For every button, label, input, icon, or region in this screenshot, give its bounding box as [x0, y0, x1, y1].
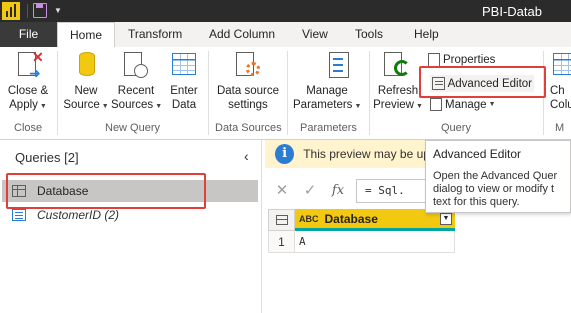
tab-view[interactable]: View — [302, 22, 328, 47]
group-label-new-query: New Query — [105, 122, 161, 134]
group-divider — [543, 51, 544, 135]
group-label-close: Close — [14, 122, 43, 134]
table-icon — [168, 50, 200, 82]
title-bar: ▼ PBI-Datab — [0, 0, 571, 22]
tab-tools[interactable]: Tools — [355, 22, 383, 47]
close-icon[interactable]: ✕ — [268, 178, 296, 204]
ribbon-tabs: File Home Transform Add Column View Tool… — [0, 22, 571, 48]
parameters-icon — [311, 50, 349, 82]
table-icon — [275, 215, 288, 225]
table-menu-button[interactable] — [268, 209, 295, 231]
advanced-editor-icon — [432, 77, 445, 90]
info-text: This preview may be up — [303, 147, 425, 161]
enter-data-button[interactable]: Enter Data — [165, 50, 203, 112]
list-icon — [12, 209, 26, 221]
query-label: Database — [37, 184, 89, 198]
recent-sources-button[interactable]: Recent Sources ▼ — [111, 50, 162, 114]
power-query-editor-window: ▼ PBI-Datab File Home Transform Add Colu… — [0, 0, 571, 313]
tooltip-line: dialog to view or modify t — [433, 183, 555, 195]
columns-icon — [550, 50, 571, 82]
manage-icon — [430, 98, 442, 111]
tab-add-column[interactable]: Add Column — [209, 22, 275, 47]
manage-button[interactable]: Manage ▼ — [430, 98, 496, 111]
row-number: 1 — [268, 231, 295, 253]
advanced-editor-button[interactable]: Advanced Editor — [430, 75, 534, 92]
filter-dropdown-icon[interactable]: ▼ — [440, 212, 452, 225]
table-cell[interactable]: A — [295, 231, 455, 253]
column-header-label: Database — [324, 211, 378, 226]
group-divider — [57, 51, 58, 135]
text-type-icon[interactable]: ABC — [299, 214, 319, 224]
group-divider — [287, 51, 288, 135]
power-bi-logo-icon — [2, 2, 20, 20]
recent-sources-icon — [120, 50, 152, 82]
customize-toolbar-icon[interactable]: ▼ — [54, 7, 62, 15]
tab-file[interactable]: File — [0, 22, 57, 47]
tooltip-line: text for this query. — [433, 196, 520, 208]
queries-title: Queries [2] — [15, 150, 79, 165]
query-label: CustomerID (2) — [37, 208, 120, 222]
advanced-editor-tooltip: Advanced Editor Open the Advanced Quer d… — [425, 140, 571, 213]
query-item-customerid[interactable]: CustomerID (2) — [2, 204, 258, 226]
manage-parameters-button[interactable]: Manage Parameters ▼ — [293, 50, 361, 114]
info-icon: i — [275, 144, 295, 164]
window-title: PBI-Datab — [482, 4, 542, 19]
function-icon[interactable]: fx — [324, 178, 352, 204]
tooltip-line: Open the Advanced Quer — [433, 170, 558, 182]
choose-columns-button[interactable]: Ch Colu — [550, 50, 571, 112]
refresh-icon — [382, 50, 414, 82]
preview-info-bar: i This preview may be up — [265, 140, 425, 168]
formula-bar: ✕ ✓ fx = Sql. — [268, 178, 425, 204]
data-source-settings-button[interactable]: Data source settings — [214, 50, 282, 112]
table-row: 1 A — [268, 231, 458, 253]
query-item-database[interactable]: Database — [2, 180, 258, 202]
chevron-left-icon[interactable]: ‹ — [244, 148, 249, 164]
group-label-manage-columns: M — [555, 122, 565, 134]
toolbar-divider — [27, 4, 28, 18]
formula-input[interactable]: = Sql. — [356, 179, 425, 203]
group-divider — [369, 51, 370, 135]
tab-help[interactable]: Help — [414, 22, 439, 47]
close-apply-icon: ✕ ➜ — [12, 50, 44, 82]
group-label-data-sources: Data Sources — [215, 122, 282, 134]
tab-transform[interactable]: Transform — [128, 22, 182, 47]
tab-home[interactable]: Home — [57, 22, 116, 48]
close-apply-button[interactable]: ✕ ➜ Close & Apply ▼ — [6, 50, 50, 114]
database-icon — [70, 50, 102, 82]
group-divider — [208, 51, 209, 135]
ribbon: ✕ ➜ Close & Apply ▼ Close New Source ▼ Rece… — [0, 47, 571, 140]
save-icon[interactable] — [33, 3, 47, 18]
new-source-button[interactable]: New Source ▼ — [63, 50, 109, 114]
group-label-query: Query — [441, 122, 471, 134]
settings-icon — [232, 50, 264, 82]
group-label-parameters: Parameters — [300, 122, 357, 134]
tooltip-title: Advanced Editor — [433, 147, 522, 161]
queries-pane: Queries [2] ‹ Database CustomerID (2) — [0, 140, 262, 313]
data-grid: ABC Database ▼ 1 A — [268, 209, 458, 253]
properties-icon — [428, 53, 440, 67]
checkmark-icon[interactable]: ✓ — [296, 178, 324, 204]
table-icon — [12, 185, 26, 197]
properties-button[interactable]: Properties — [428, 53, 495, 67]
refresh-preview-button[interactable]: Refresh Preview ▼ — [373, 50, 423, 114]
